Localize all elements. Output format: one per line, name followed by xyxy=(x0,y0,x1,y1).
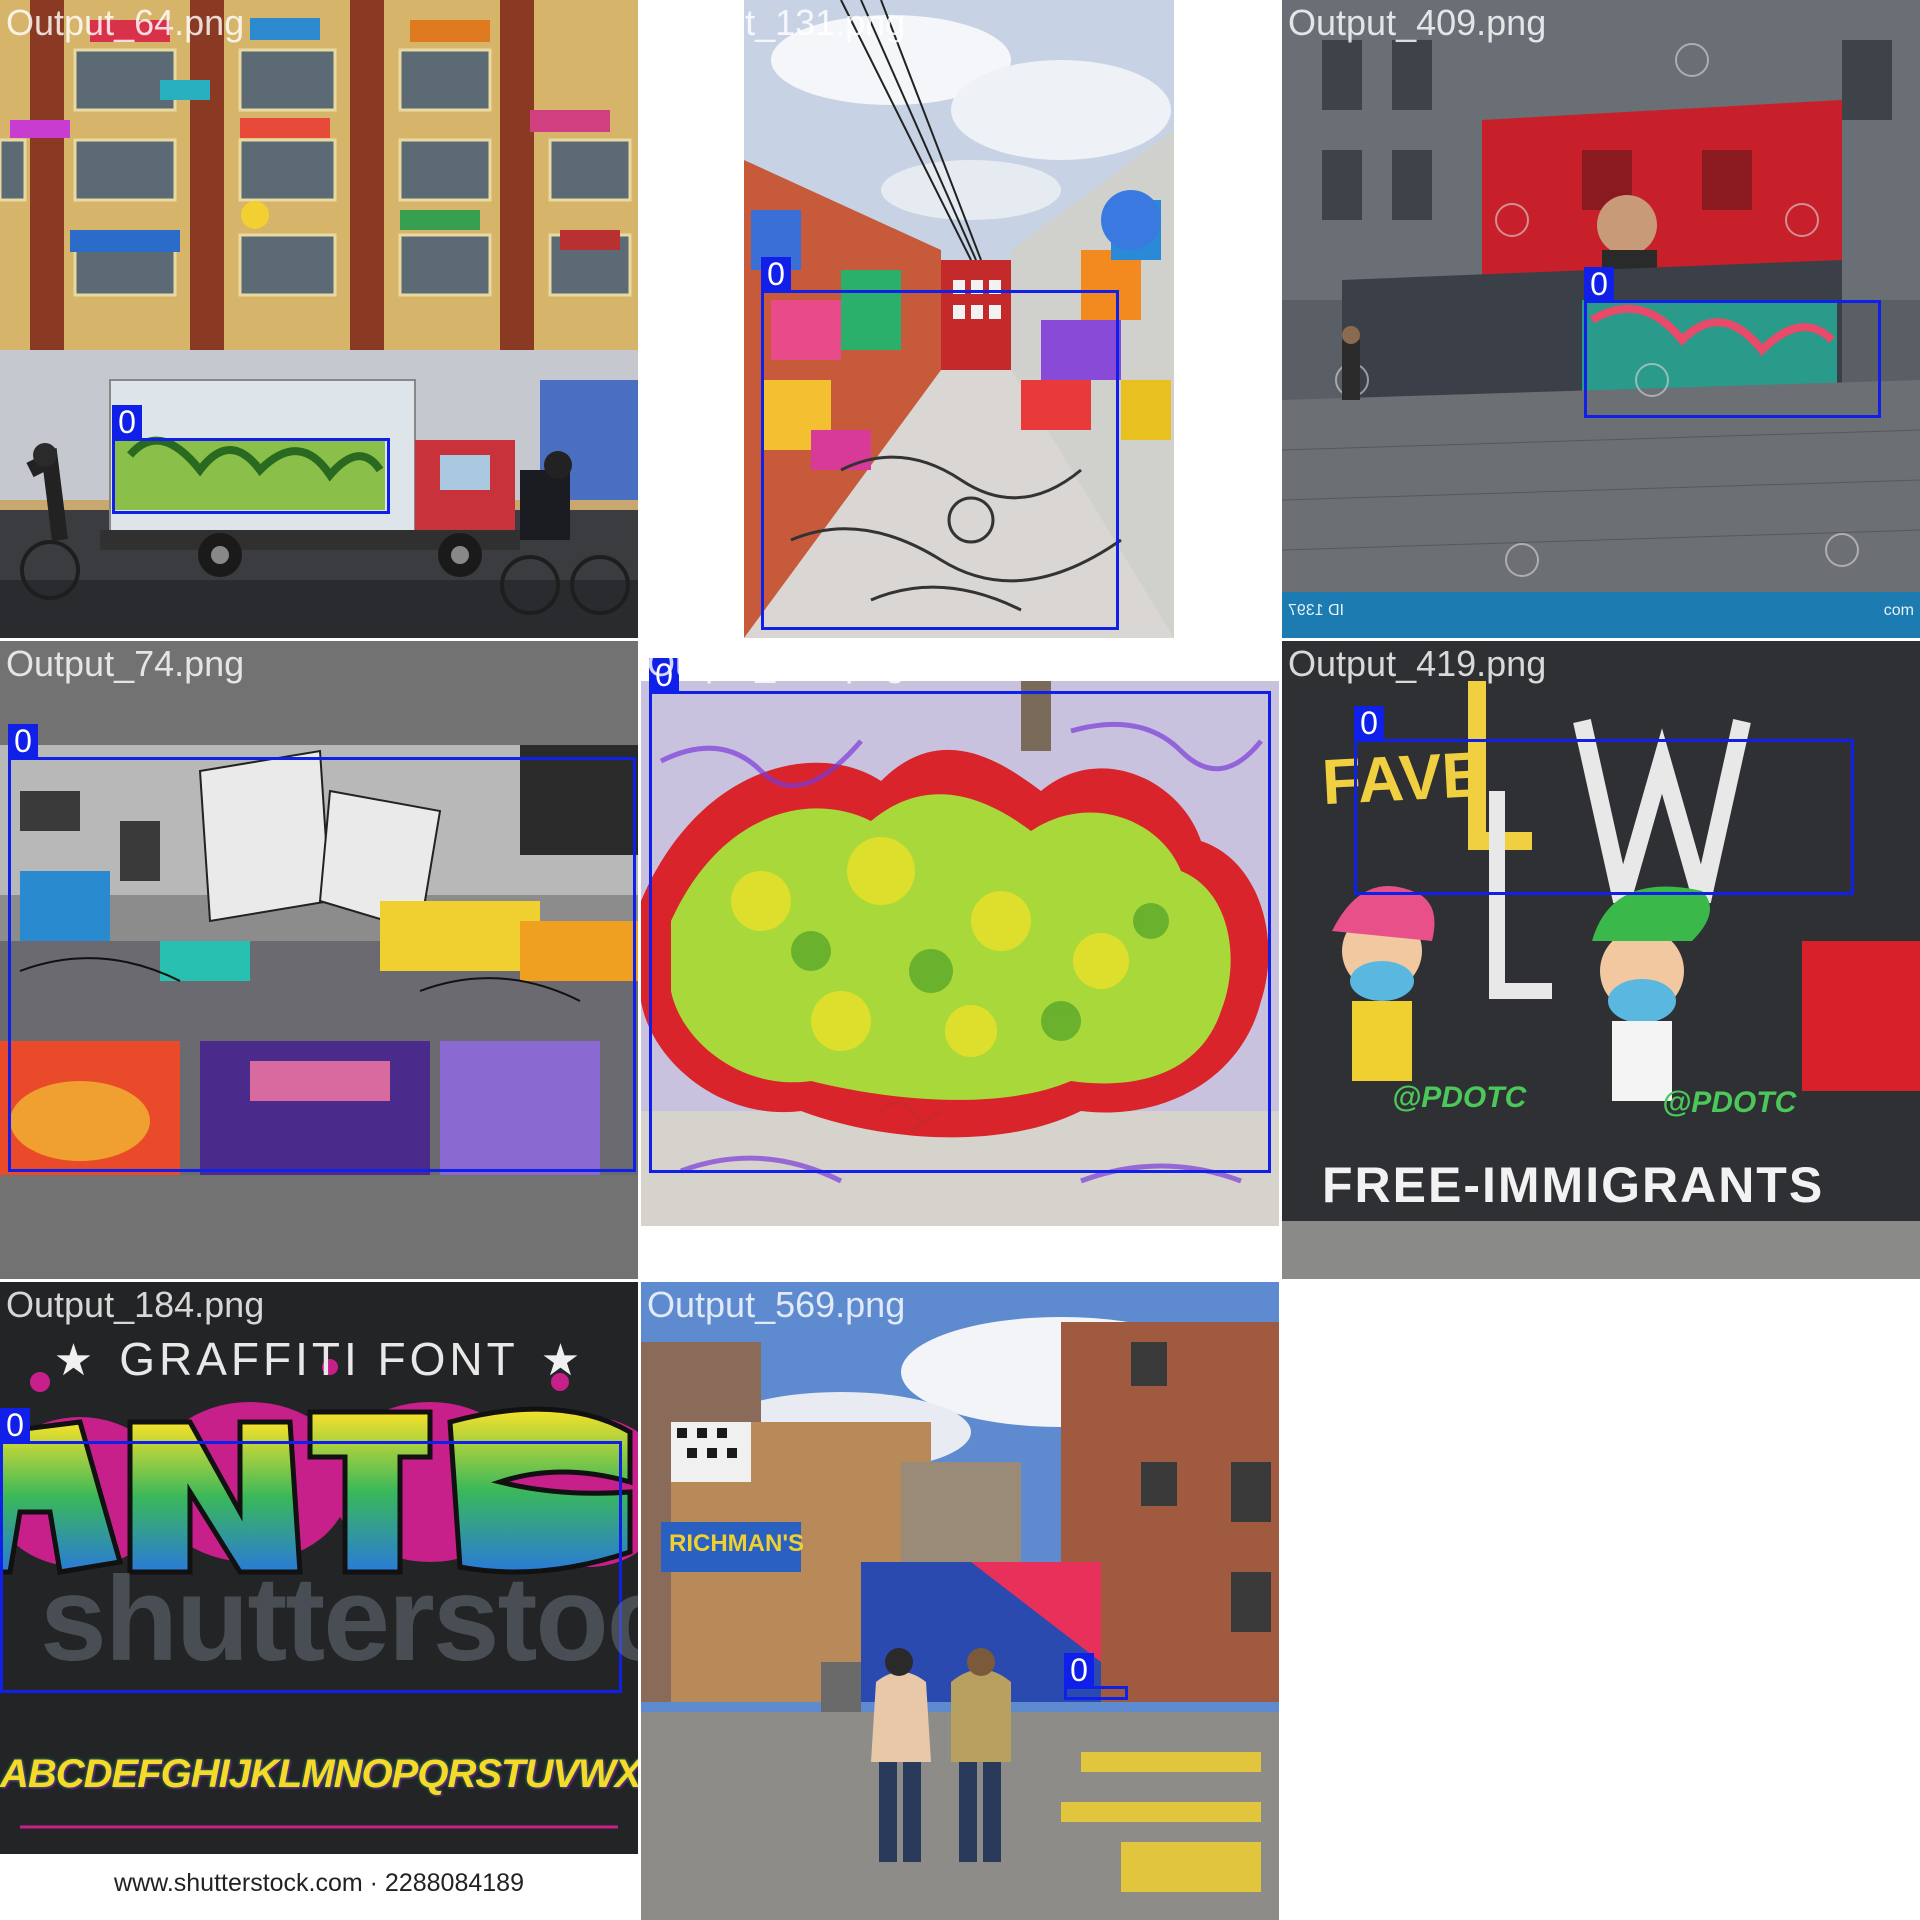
detection-box: 0 xyxy=(1354,706,1854,895)
detection-box: 0 xyxy=(761,257,1119,630)
star-icon: ★ xyxy=(53,1336,98,1385)
detection-class-label: 0 xyxy=(761,257,791,291)
tile-output-74: 0 Output_74.png xyxy=(0,641,638,1279)
filename-label: Output_74.png xyxy=(6,643,245,684)
tile-output-419: FAVE @PDOTC @PDOTC FREE-IMMIGRANTS 0 Out… xyxy=(1282,641,1920,1279)
filename-label: Output_409.png xyxy=(1288,2,1547,43)
wall-text-tag-right: @PDOTC xyxy=(1662,1086,1797,1119)
wall-text-free-immigrants: FREE-IMMIGRANTS xyxy=(1322,1157,1825,1213)
tile-output-131: 0 Output_131.png xyxy=(641,0,1279,638)
watermark-banner: ID 1397 com xyxy=(1282,592,1920,638)
tile-output-569: RICHMAN'S 0 Output_569.png xyxy=(641,1282,1279,1920)
detection-box: 0 xyxy=(8,724,636,1172)
scene-alley-with-people xyxy=(641,1282,1279,1920)
filename-label: Output_64.png xyxy=(6,2,245,43)
watermark-text: shutterstock xyxy=(40,1552,638,1686)
detection-class-label: 0 xyxy=(8,724,38,758)
tile-output-184: ★ GRAFFITI FONT ★ shutterstock ABCDEFGHIJK… xyxy=(0,1282,638,1920)
tile-output-174: 0 Output_174.png xyxy=(641,641,1279,1279)
star-icon: ★ xyxy=(540,1336,585,1385)
empty-tile xyxy=(1282,1282,1920,1920)
storefront-sign: RICHMAN'S xyxy=(669,1530,805,1557)
detection-box: 0 xyxy=(649,658,1271,1173)
alphabet-sample: ABCDEFGHIJKLMNOPQRSTUVWX xyxy=(0,1752,638,1796)
detection-class-label: 0 xyxy=(1584,267,1614,301)
detection-class-label: 0 xyxy=(1354,706,1384,740)
detection-box: 0 xyxy=(1064,1653,1128,1700)
image-grid: 0 Output_64.png 0 Output_131.png ID 1397… xyxy=(0,0,1920,1920)
detection-class-label: 0 xyxy=(1064,1653,1094,1687)
stock-footer: www.shutterstock.com · 2288084189 xyxy=(0,1854,638,1920)
detection-class-label: 0 xyxy=(0,1408,30,1442)
filename-label: Output_184.png xyxy=(6,1284,265,1325)
banner-id-text: ID 1397 xyxy=(1288,602,1345,619)
detection-box: 0 xyxy=(1584,267,1881,418)
detection-class-label: 0 xyxy=(112,405,142,439)
font-sample-title-text: GRAFFITI FONT xyxy=(119,1333,519,1385)
tile-output-64: 0 Output_64.png xyxy=(0,0,638,638)
banner-domain-text: com xyxy=(1883,602,1914,619)
font-sample-title: ★ GRAFFITI FONT ★ xyxy=(0,1332,638,1386)
wall-text-tag-left: @PDOTC xyxy=(1392,1081,1527,1114)
filename-label: Output_419.png xyxy=(1288,643,1547,684)
scene-graffiti-building-truck xyxy=(0,0,638,638)
filename-label: Output_174.png xyxy=(647,643,906,684)
filename-label: Output_131.png xyxy=(647,2,906,43)
detection-box: 0 xyxy=(112,405,390,514)
tile-output-409: ID 1397 com 0 Output_409.png xyxy=(1282,0,1920,638)
filename-label: Output_569.png xyxy=(647,1284,906,1325)
